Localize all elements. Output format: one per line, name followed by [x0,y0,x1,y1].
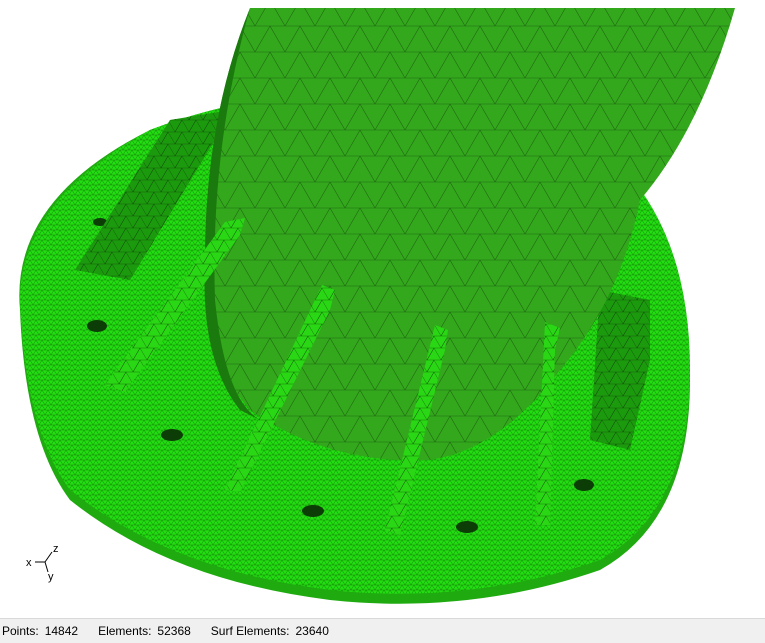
elements-label: Elements: [98,624,152,638]
bolt-hole [574,479,594,491]
axis-triad: x z y [26,543,59,583]
axis-y-label: y [48,571,54,583]
3d-viewport[interactable]: x z y [0,0,765,618]
axis-z-label: z [53,543,59,555]
points-label: Points: [2,624,39,638]
bolt-hole [456,521,478,533]
bolt-hole [161,429,183,441]
status-bar: Points: 14842 Elements: 52368 Surf Element… [0,618,765,643]
points-value: 14842 [44,624,79,638]
mesh-render: x z y [19,8,735,604]
bolt-hole [87,320,107,332]
surf-elements-stat: Surf Elements: 23640 [211,624,329,638]
axis-x-label: x [26,557,32,569]
elements-value: 52368 [157,624,191,638]
surf-elements-value: 23640 [295,624,329,638]
elements-stat: Elements: 52368 [98,624,191,638]
bolt-hole [302,505,324,517]
points-stat: Points: 14842 [2,624,78,638]
surf-elements-label: Surf Elements: [210,624,290,638]
